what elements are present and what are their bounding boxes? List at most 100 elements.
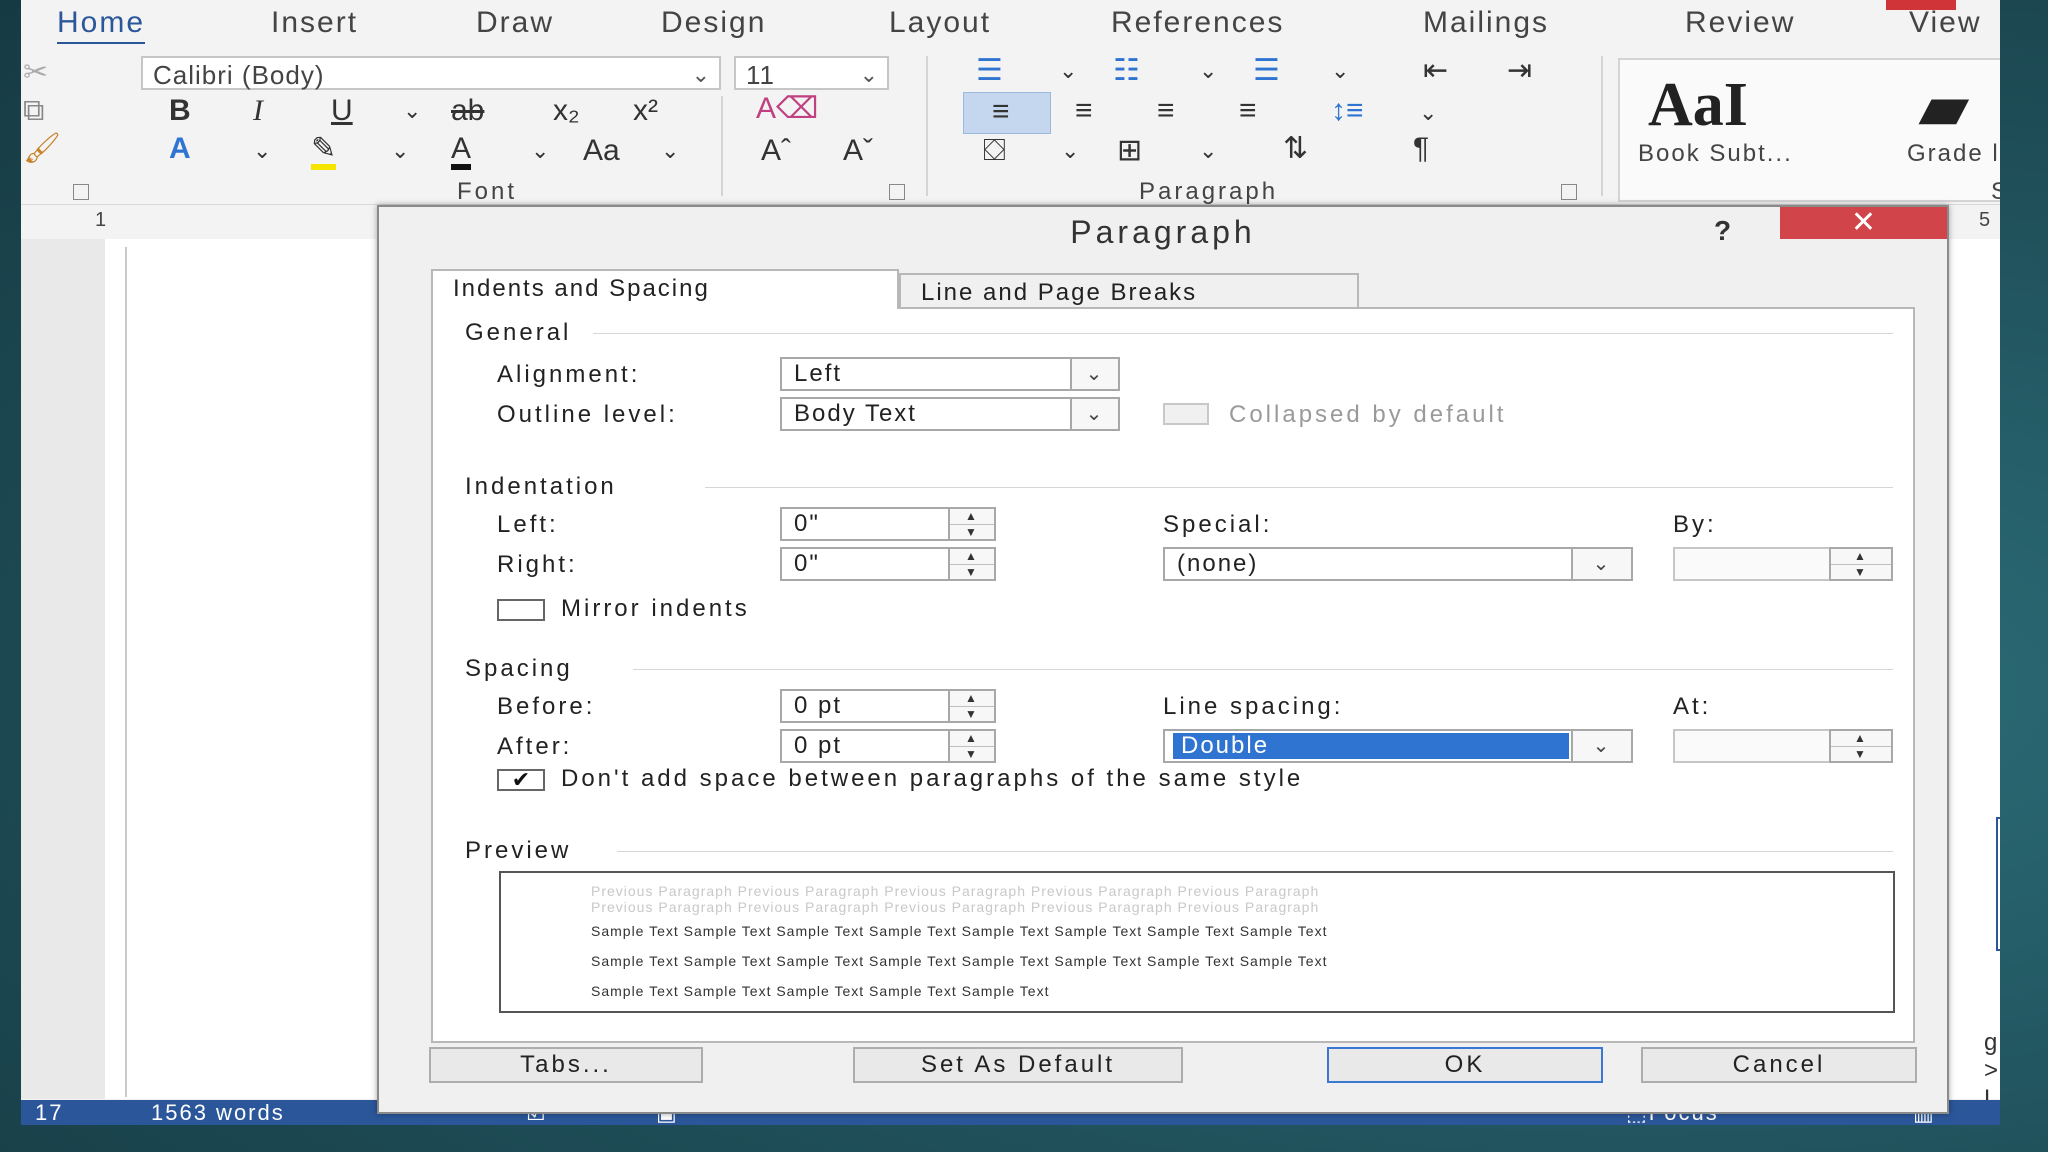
font-launcher-icon[interactable] [889,184,905,200]
by-spinner[interactable]: ▲ ▼ [1829,547,1893,581]
underline-button[interactable]: U [331,96,353,126]
chevron-down-icon[interactable]: ⌄ [1061,140,1079,162]
page-number[interactable]: 17 [35,1100,63,1125]
decrease-indent-icon[interactable]: ⇤ [1423,56,1448,86]
bullets-icon[interactable]: ☰ [976,56,1003,86]
indent-right-spinner[interactable]: ▲ ▼ [948,547,996,581]
spacing-after-input[interactable]: 0 pt ▲ ▼ [780,729,996,763]
chevron-down-icon[interactable]: ⌄ [403,100,421,122]
chevron-down-icon[interactable]: ⌄ [391,140,409,162]
spin-down-icon[interactable]: ▼ [950,747,994,762]
clear-formatting-icon[interactable]: A⌫ [756,94,818,124]
tab-review[interactable]: Review [1685,6,1795,40]
tab-design[interactable]: Design [661,6,766,40]
text-effects-icon[interactable]: A [169,134,191,164]
outline-level-select[interactable]: Body Text ⌄ [780,397,1120,431]
chevron-down-icon[interactable]: ⌄ [253,140,271,162]
indent-right-input[interactable]: 0" ▲ ▼ [780,547,996,581]
spin-up-icon[interactable]: ▲ [950,509,994,525]
clipboard-launcher-icon[interactable] [73,184,89,200]
spin-down-icon[interactable]: ▼ [1831,747,1891,762]
by-input[interactable]: ▲ ▼ [1673,547,1893,581]
spin-down-icon[interactable]: ▼ [950,707,994,722]
tab-layout[interactable]: Layout [889,6,991,40]
chevron-down-icon[interactable]: ⌄ [1199,60,1217,82]
style-name-book-subtitle[interactable]: Book Subt... [1638,140,1793,168]
chevron-down-icon[interactable]: ⌄ [1199,140,1217,162]
tab-draw[interactable]: Draw [476,6,554,40]
chevron-down-icon[interactable]: ⌄ [1070,397,1120,431]
superscript-button[interactable]: x² [633,96,658,126]
cut-icon[interactable]: ✂ [23,58,48,88]
align-right-icon[interactable]: ≡ [1157,96,1175,126]
spin-up-icon[interactable]: ▲ [950,731,994,747]
tab-indents-and-spacing[interactable]: Indents and Spacing [431,269,899,309]
italic-button[interactable]: I [253,96,263,126]
special-select[interactable]: (none) ⌄ [1163,547,1633,581]
justify-icon[interactable]: ≡ [1239,96,1257,126]
spacing-after-spinner[interactable]: ▲ ▼ [948,729,996,763]
cancel-button[interactable]: Cancel [1641,1047,1917,1083]
set-as-default-button[interactable]: Set As Default [853,1047,1183,1083]
spin-down-icon[interactable]: ▼ [950,525,994,540]
chevron-down-icon[interactable]: ⌄ [1059,60,1077,82]
tabs-button[interactable]: Tabs... [429,1047,703,1083]
chevron-down-icon[interactable]: ⌄ [1070,357,1120,391]
chevron-down-icon[interactable]: ⌄ [661,140,679,162]
format-painter-icon[interactable]: 🖌 [23,134,61,164]
paragraph-launcher-icon[interactable] [1561,184,1577,200]
help-button[interactable]: ? [1714,215,1731,247]
close-button[interactable]: ✕ [1780,207,1947,239]
tab-home[interactable]: Home [57,6,146,46]
indent-left-input[interactable]: 0" ▲ ▼ [780,507,996,541]
numbering-icon[interactable]: ☷ [1113,56,1140,86]
font-size-box[interactable]: 11 ⌄ [734,56,889,90]
shrink-font-button[interactable]: Aˇ [843,136,873,166]
alignment-select[interactable]: Left ⌄ [780,357,1120,391]
tab-references[interactable]: References [1111,6,1284,40]
chevron-down-icon[interactable]: ⌄ [1571,547,1633,581]
align-left-button[interactable]: ≡ [963,92,1051,134]
mirror-indents-checkbox[interactable] [497,599,545,621]
font-name-box[interactable]: Calibri (Body) ⌄ [141,56,721,90]
word-count[interactable]: 1563 words [151,1100,285,1125]
strikethrough-button[interactable]: ab [451,96,484,126]
sort-icon[interactable]: ⇅ [1283,134,1308,164]
subscript-button[interactable]: x₂ [553,96,580,126]
spin-up-icon[interactable]: ▲ [1831,549,1891,565]
shading-icon[interactable]: ⛋ [983,136,1006,166]
tab-insert[interactable]: Insert [271,6,358,40]
borders-icon[interactable]: ⊞ [1117,136,1142,166]
tab-view[interactable]: View [1909,6,1981,40]
chevron-down-icon[interactable]: ⌄ [1331,60,1349,82]
show-marks-button[interactable]: ¶ [1413,134,1429,164]
chevron-down-icon[interactable]: ⌄ [1419,102,1437,124]
bold-button[interactable]: B [169,96,191,126]
at-input[interactable]: ▲ ▼ [1673,729,1893,763]
spin-up-icon[interactable]: ▲ [950,549,994,565]
spin-up-icon[interactable]: ▲ [1831,731,1891,747]
tab-mailings[interactable]: Mailings [1423,6,1549,40]
dont-add-space-checkbox[interactable]: ✔ [497,769,545,791]
indent-left-spinner[interactable]: ▲ ▼ [948,507,996,541]
spin-down-icon[interactable]: ▼ [950,565,994,580]
style-name-grade[interactable]: Grade l [1907,140,2000,168]
increase-indent-icon[interactable]: ⇥ [1507,56,1532,86]
ok-button[interactable]: OK [1327,1047,1603,1083]
change-case-button[interactable]: Aa [583,136,620,166]
collapsed-by-default-checkbox[interactable] [1163,403,1209,425]
line-spacing-icon[interactable]: ↕≡ [1331,96,1364,126]
chevron-down-icon[interactable]: ⌄ [1571,729,1633,763]
spacing-before-spinner[interactable]: ▲ ▼ [948,689,996,723]
styles-gallery[interactable]: AaI Book Subt... ▰ Grade l [1618,58,2000,202]
spin-down-icon[interactable]: ▼ [1831,565,1891,580]
spacing-before-input[interactable]: 0 pt ▲ ▼ [780,689,996,723]
highlight-icon[interactable]: ✎ [311,134,337,170]
font-color-icon[interactable]: A [451,134,472,170]
grow-font-button[interactable]: Aˆ [761,136,791,166]
tab-line-and-page-breaks[interactable]: Line and Page Breaks [899,273,1359,309]
align-center-icon[interactable]: ≡ [1075,96,1093,126]
at-spinner[interactable]: ▲ ▼ [1829,729,1893,763]
copy-icon[interactable]: ⧉ [23,96,44,126]
chevron-down-icon[interactable]: ⌄ [531,140,549,162]
